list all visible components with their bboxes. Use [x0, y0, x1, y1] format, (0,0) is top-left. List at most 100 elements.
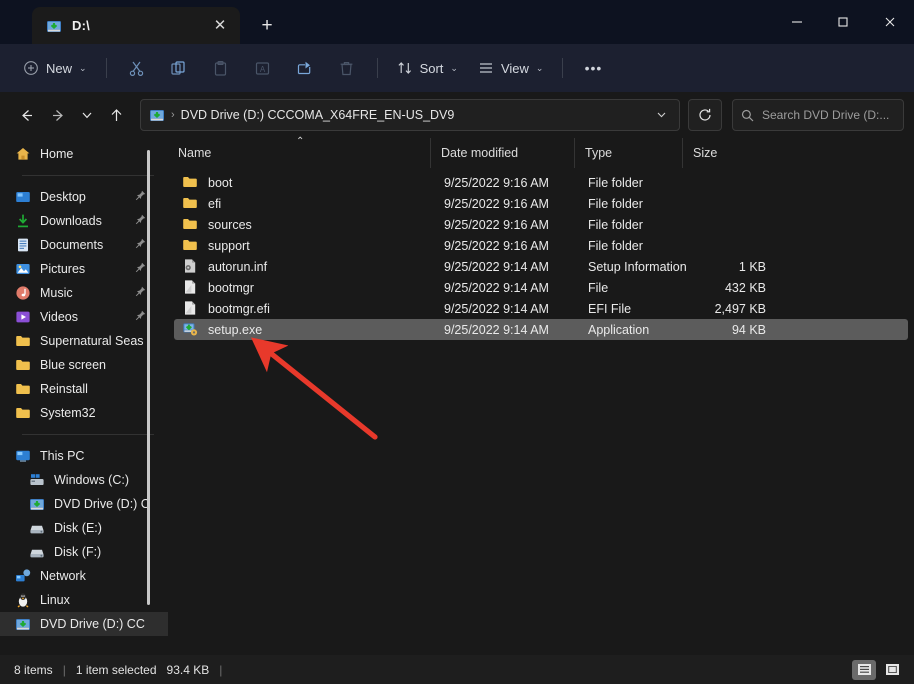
file-name-cell: setup.exe: [178, 321, 434, 338]
sidebar-item-disk-e[interactable]: Disk (E:): [0, 516, 168, 540]
paste-button[interactable]: [201, 52, 241, 84]
pin-icon[interactable]: [135, 262, 146, 276]
file-type: EFI File: [588, 301, 632, 316]
sidebar-scrollbar[interactable]: [147, 150, 150, 605]
file-name: boot: [208, 175, 233, 190]
delete-button[interactable]: [327, 52, 367, 84]
details-view-button[interactable]: [852, 659, 876, 680]
sidebar-item-this-pc[interactable]: This PC: [0, 444, 168, 468]
window-controls: [774, 0, 914, 44]
table-row[interactable]: setup.exe 9/25/2022 9:14 AM Application …: [174, 319, 908, 340]
paste-icon: [214, 60, 227, 76]
file-list-pane: Name ⌃ Date modified Type Size boot 9/25…: [168, 136, 914, 655]
refresh-button[interactable]: [688, 99, 722, 131]
large-icons-view-button[interactable]: [880, 660, 904, 680]
close-window-button[interactable]: [866, 0, 914, 44]
sidebar-item-linux[interactable]: Linux: [0, 588, 168, 612]
sidebar-item-dvd-drive-d-selected[interactable]: DVD Drive (D:) CC: [0, 612, 168, 636]
search-box[interactable]: Search DVD Drive (D:...: [732, 99, 904, 131]
sidebar-item-supernatural-seas[interactable]: Supernatural Seas: [0, 329, 168, 353]
downloads-icon: [14, 213, 31, 230]
toolbar-divider-3: [562, 58, 564, 78]
pin-icon[interactable]: [135, 310, 146, 324]
new-button[interactable]: New ⌄: [14, 52, 96, 84]
cut-button[interactable]: [117, 52, 157, 84]
column-header-type[interactable]: Type: [574, 138, 682, 168]
address-bar[interactable]: › DVD Drive (D:) CCCOMA_X64FRE_EN-US_DV9: [140, 99, 680, 131]
sidebar-item-label: Disk (F:): [54, 545, 102, 559]
column-header-size[interactable]: Size: [682, 138, 768, 168]
close-tab-icon[interactable]: ✕: [208, 14, 232, 38]
column-headers: Name ⌃ Date modified Type Size: [168, 136, 914, 168]
folder-icon: [182, 237, 199, 254]
sidebar-item-pictures[interactable]: Pictures: [0, 257, 168, 281]
new-tab-button[interactable]: +: [248, 7, 286, 44]
file-date: 9/25/2022 9:16 AM: [444, 238, 549, 253]
share-button[interactable]: [285, 52, 325, 84]
command-toolbar: New ⌄ A Sort ⌄ View ⌄ •••: [0, 44, 914, 92]
more-options-button[interactable]: •••: [573, 52, 613, 84]
table-row[interactable]: support 9/25/2022 9:16 AM File folder: [174, 235, 908, 256]
sidebar-item-dvd-drive-d[interactable]: DVD Drive (D:) C: [0, 492, 168, 516]
file-name-cell: bootmgr.efi: [178, 300, 434, 317]
column-header-name-label: Name: [178, 146, 212, 160]
sidebar-item-reinstall[interactable]: Reinstall: [0, 377, 168, 401]
sort-button[interactable]: Sort ⌄: [388, 52, 467, 84]
column-header-name[interactable]: Name ⌃: [168, 136, 430, 168]
sidebar-item-downloads[interactable]: Downloads: [0, 209, 168, 233]
rename-button[interactable]: A: [243, 52, 283, 84]
table-row[interactable]: boot 9/25/2022 9:16 AM File folder: [174, 172, 908, 193]
table-row[interactable]: bootmgr 9/25/2022 9:14 AM File 432 KB: [174, 277, 908, 298]
file-date: 9/25/2022 9:16 AM: [444, 217, 549, 232]
recent-locations-button[interactable]: [74, 99, 100, 131]
sidebar-pinned-group: Desktop Downloads Documents Pictures Mus…: [0, 185, 168, 425]
back-button[interactable]: [10, 99, 42, 131]
column-header-date-modified[interactable]: Date modified: [430, 138, 574, 168]
table-row[interactable]: sources 9/25/2022 9:16 AM File folder: [174, 214, 908, 235]
breadcrumb[interactable]: DVD Drive (D:) CCCOMA_X64FRE_EN-US_DV9: [181, 108, 644, 122]
pin-icon[interactable]: [135, 238, 146, 252]
maximize-button[interactable]: [820, 0, 866, 44]
pin-icon[interactable]: [135, 214, 146, 228]
sidebar-item-windows-c[interactable]: Windows (C:): [0, 468, 168, 492]
sidebar-item-label: Disk (E:): [54, 521, 102, 535]
sidebar-item-disk-f[interactable]: Disk (F:): [0, 540, 168, 564]
item-count: 8 items: [14, 662, 53, 677]
home-icon: [14, 146, 31, 163]
file-size: 1 KB: [738, 259, 766, 274]
sidebar-item-label: Videos: [40, 310, 78, 324]
file-type: File folder: [588, 238, 643, 253]
sidebar-item-documents[interactable]: Documents: [0, 233, 168, 257]
sidebar-item-blue-screen[interactable]: Blue screen: [0, 353, 168, 377]
file-type: Setup Information: [588, 259, 686, 274]
sidebar-item-music[interactable]: Music: [0, 281, 168, 305]
svg-text:A: A: [260, 65, 266, 74]
file-size: 94 KB: [731, 322, 766, 337]
view-button[interactable]: View ⌄: [469, 52, 553, 84]
table-row[interactable]: bootmgr.efi 9/25/2022 9:14 AM EFI File 2…: [174, 298, 908, 319]
minimize-button[interactable]: [774, 0, 820, 44]
sidebar-item-label: DVD Drive (D:) CC: [40, 617, 145, 631]
up-button[interactable]: [100, 99, 132, 131]
sidebar-item-videos[interactable]: Videos: [0, 305, 168, 329]
details-view-icon: [857, 664, 871, 675]
pin-icon[interactable]: [135, 190, 146, 204]
chevron-down-icon: ⌄: [79, 62, 87, 73]
drive-icon: [28, 520, 45, 537]
sidebar-item-network[interactable]: Network: [0, 564, 168, 588]
search-input[interactable]: Search DVD Drive (D:...: [762, 108, 889, 122]
table-row[interactable]: efi 9/25/2022 9:16 AM File folder: [174, 193, 908, 214]
column-header-type-label: Type: [585, 146, 613, 160]
file-type: File: [588, 280, 609, 295]
tab-strip: D:\ ✕ +: [0, 0, 286, 44]
copy-button[interactable]: [159, 52, 199, 84]
sidebar-item-home[interactable]: Home: [0, 142, 168, 166]
tab-d-drive[interactable]: D:\ ✕: [32, 7, 240, 44]
sidebar-item-system32[interactable]: System32: [0, 401, 168, 425]
table-row[interactable]: autorun.inf 9/25/2022 9:14 AM Setup Info…: [174, 256, 908, 277]
sidebar-item-desktop[interactable]: Desktop: [0, 185, 168, 209]
forward-button[interactable]: [42, 99, 74, 131]
pin-icon[interactable]: [135, 286, 146, 300]
large-icons-view-icon: [885, 664, 899, 675]
chevron-down-icon[interactable]: [650, 109, 673, 122]
